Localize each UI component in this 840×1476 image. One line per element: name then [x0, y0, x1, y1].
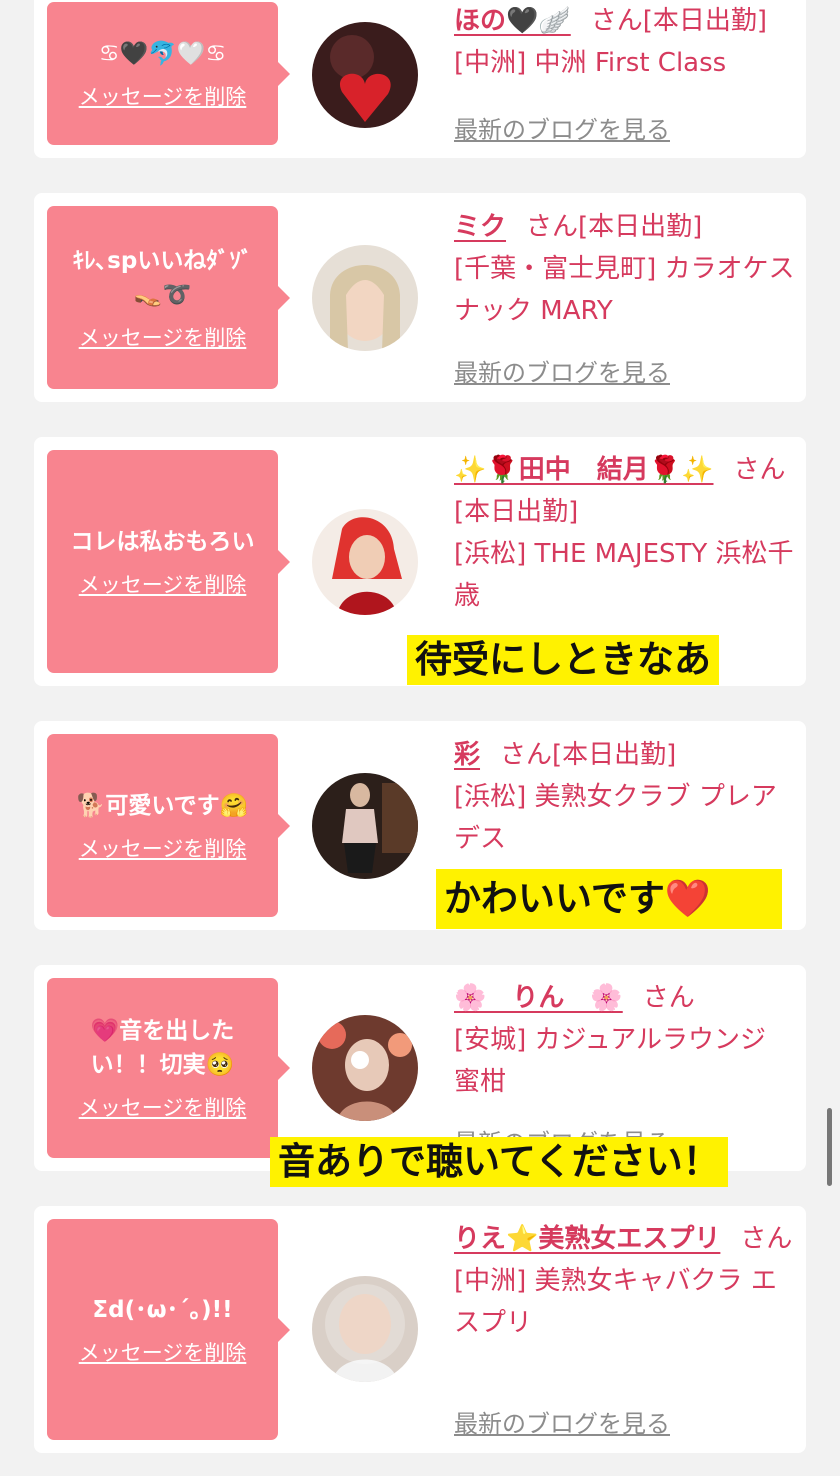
shop-text: [千葉・富士見町] カラオケスナック MARY — [454, 254, 795, 326]
message-text: ♋🖤🐬🤍♋ — [98, 40, 227, 67]
message-card: コレは私おもろい メッセージを削除 ✨🌹田中 結月🌹✨ さん[本日出勤] [浜松]… — [34, 437, 806, 686]
status-text: さん — [740, 1224, 793, 1254]
avatar[interactable] — [312, 509, 418, 615]
profile-name-link[interactable]: 彩 — [454, 740, 480, 770]
message-text: ｷﾚ､spいいねﾀﾞｿﾞ 👡➰ — [72, 247, 253, 308]
avatar[interactable] — [312, 22, 418, 128]
status-text: さん[本日出勤] — [500, 740, 677, 770]
status-text: さん[本日出勤] — [590, 6, 768, 36]
profile-name-link[interactable]: りえ⭐美熟女エスプリ — [454, 1224, 720, 1254]
message-bubble: 🐕可愛いです🤗 メッセージを削除 — [47, 734, 290, 917]
status-text: さん[本日出勤] — [526, 212, 703, 242]
message-text: コレは私おもろい — [70, 528, 255, 555]
message-bubble: ♋🖤🐬🤍♋ メッセージを削除 — [47, 2, 290, 145]
avatar[interactable] — [312, 1015, 418, 1121]
message-card: Σd(･ω･´｡)!! メッセージを削除 りえ⭐美熟女エスプリ さん [中洲] 美… — [34, 1206, 806, 1453]
overlay-caption: 待受にしときなあ — [407, 635, 719, 685]
profile-name-link[interactable]: ✨🌹田中 結月🌹✨ — [454, 455, 714, 485]
latest-blog-link[interactable]: 最新のブログを見る — [454, 110, 670, 145]
status-text: さん — [642, 983, 695, 1013]
shop-text: [浜松] 美熟女クラブ プレアデス — [454, 782, 777, 854]
scrollbar[interactable] — [827, 1108, 832, 1186]
shop-text: [浜松] THE MAJESTY 浜松千歳 — [454, 539, 794, 611]
shop-text: [中洲] 中洲 First Class — [454, 48, 727, 78]
profile-name-link[interactable]: ほの🖤🪽 — [454, 6, 571, 36]
latest-blog-link[interactable]: 最新のブログを見る — [454, 1404, 670, 1439]
shop-text: [中洲] 美熟女キャバクラ エスプリ — [454, 1266, 777, 1338]
delete-message-link[interactable]: メッセージを削除 — [79, 569, 247, 599]
profile-name-link[interactable]: ミク — [454, 212, 506, 242]
avatar[interactable] — [312, 245, 418, 351]
message-bubble: Σd(･ω･´｡)!! メッセージを削除 — [47, 1219, 290, 1440]
shop-text: [安城] カジュアルラウンジ 蜜柑 — [454, 1025, 792, 1097]
overlay-caption: かわいいです❤️ — [436, 869, 782, 929]
delete-message-link[interactable]: メッセージを削除 — [79, 833, 247, 863]
message-card: ｷﾚ､spいいねﾀﾞｿﾞ 👡➰ メッセージを削除 ミク さん[本日出勤] [千葉・… — [34, 193, 806, 402]
message-card: 🐕可愛いです🤗 メッセージを削除 彩さん[本日出勤] [浜松] 美熟女クラブ プ… — [34, 721, 806, 930]
message-card: ♋🖤🐬🤍♋ メッセージを削除 ほの🖤🪽 さん[本日出勤] [中洲] 中洲 Firs… — [34, 0, 806, 158]
avatar[interactable] — [312, 1276, 418, 1382]
message-bubble: 💗音を出したい！！切実🥺 メッセージを削除 — [47, 978, 290, 1158]
delete-message-link[interactable]: メッセージを削除 — [79, 81, 247, 111]
message-text: Σd(･ω･´｡)!! — [92, 1296, 233, 1323]
message-text: 💗音を出したい！！切実🥺 — [90, 1018, 235, 1078]
delete-message-link[interactable]: メッセージを削除 — [79, 322, 247, 352]
profile-name-link[interactable]: 🌸 りん 🌸 — [454, 983, 623, 1013]
overlay-caption: 音ありで聴いてください！ — [270, 1137, 728, 1187]
message-card: 💗音を出したい！！切実🥺 メッセージを削除 🌸 りん 🌸 さん [安城] カジュア… — [34, 965, 806, 1187]
latest-blog-link[interactable]: 最新のブログを見る — [454, 353, 670, 388]
message-bubble: コレは私おもろい メッセージを削除 — [47, 450, 290, 673]
message-text: 🐕可愛いです🤗 — [76, 792, 249, 819]
message-bubble: ｷﾚ､spいいねﾀﾞｿﾞ 👡➰ メッセージを削除 — [47, 206, 290, 389]
avatar[interactable] — [312, 773, 418, 879]
delete-message-link[interactable]: メッセージを削除 — [79, 1092, 247, 1122]
delete-message-link[interactable]: メッセージを削除 — [79, 1337, 247, 1367]
